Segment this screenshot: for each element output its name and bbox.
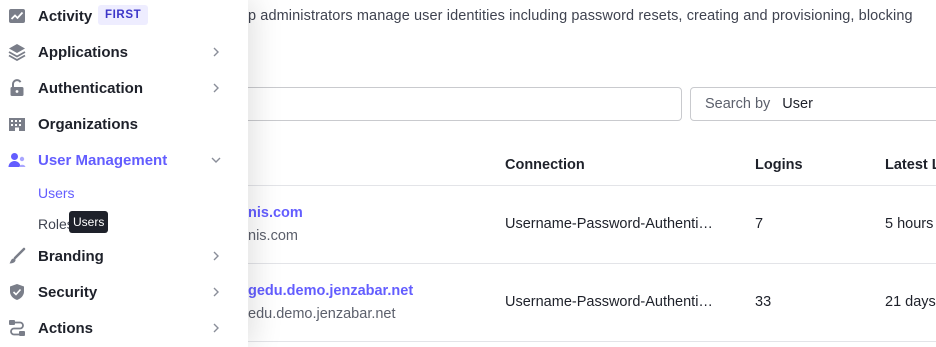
sidebar-item-actions[interactable]: Actions (0, 312, 248, 344)
search-by-value: User (782, 96, 813, 112)
user-logins: 7 (755, 216, 764, 232)
sidebar-item-label: Actions (38, 319, 94, 337)
sidebar-item-label: Applications (38, 43, 129, 61)
sidebar-item-applications[interactable]: Applications (0, 36, 248, 68)
actions-flow-icon (8, 319, 26, 337)
activity-chart-icon (8, 7, 26, 25)
building-icon (8, 115, 26, 133)
sidebar-item-authentication[interactable]: Authentication (0, 72, 248, 104)
brush-icon (8, 247, 26, 265)
user-name-link[interactable]: nis.com (248, 205, 303, 221)
shield-icon (8, 283, 26, 301)
users-icon (8, 151, 26, 169)
table-divider (200, 263, 936, 264)
table-divider (200, 185, 936, 186)
sidebar-item-activity[interactable]: Activity FIRST (0, 0, 248, 32)
sidebar: Activity FIRST Applications Authenticati… (0, 0, 248, 347)
user-email: edu.demo.jenzabar.net (248, 306, 396, 322)
chevron-right-icon (210, 250, 222, 262)
search-by-label: Search by (705, 96, 771, 112)
column-header-connection[interactable]: Connection (505, 157, 585, 173)
user-logins: 33 (755, 294, 772, 310)
chevron-down-icon (210, 154, 222, 166)
user-connection: Username-Password-Authenti… (505, 294, 713, 310)
user-latest-login: 21 days (885, 294, 936, 310)
sidebar-item-label: User Management (38, 151, 168, 169)
chevron-right-icon (210, 46, 222, 58)
sidebar-item-user-management[interactable]: User Management (0, 144, 248, 176)
tooltip-users: Users (69, 211, 109, 233)
sidebar-item-branding[interactable]: Branding (0, 240, 248, 272)
chevron-right-icon (210, 82, 222, 94)
column-header-latest-login[interactable]: Latest L (885, 157, 936, 173)
column-header-logins[interactable]: Logins (755, 157, 803, 173)
chevron-right-icon (210, 322, 222, 334)
user-name-link[interactable]: gedu.demo.jenzabar.net (248, 283, 413, 299)
user-connection: Username-Password-Authenti… (505, 216, 713, 232)
sidebar-item-label: Security (38, 283, 98, 301)
sidebar-item-organizations[interactable]: Organizations (0, 108, 248, 140)
sidebar-item-security[interactable]: Security (0, 276, 248, 308)
sidebar-item-label: Organizations (38, 115, 139, 133)
search-input[interactable] (200, 87, 682, 121)
lock-icon (8, 79, 26, 97)
search-by-select[interactable]: Search by User (690, 87, 936, 121)
sidebar-item-label: Branding (38, 247, 104, 265)
chevron-right-icon (210, 286, 222, 298)
layers-icon (8, 43, 26, 61)
user-email: nis.com (248, 228, 298, 244)
user-latest-login: 5 hours (885, 216, 934, 232)
first-badge: FIRST (98, 5, 149, 25)
page-description: p administrators manage user identities … (248, 8, 913, 24)
table-divider (200, 341, 936, 342)
sidebar-item-label: Activity (38, 7, 93, 25)
sidebar-item-label: Authentication (38, 79, 143, 97)
sidebar-subitem-users[interactable]: Users (38, 185, 75, 201)
